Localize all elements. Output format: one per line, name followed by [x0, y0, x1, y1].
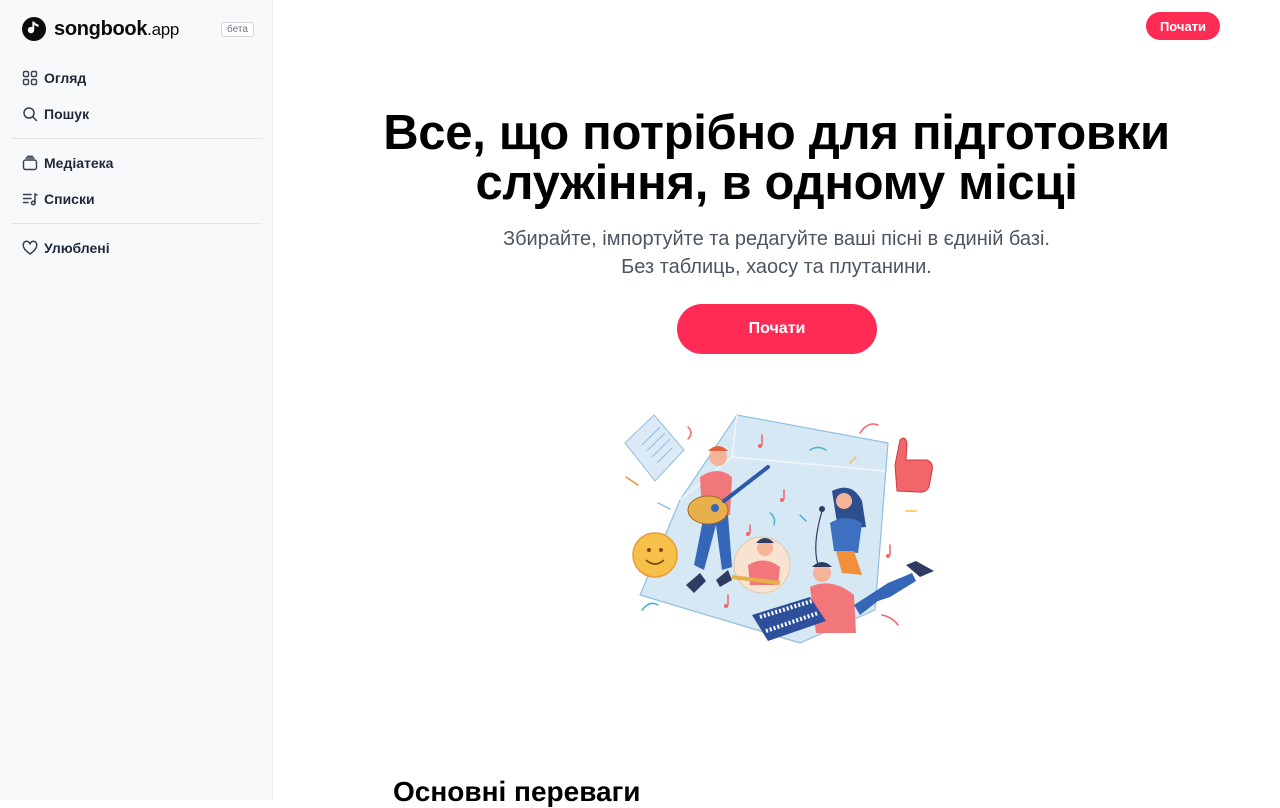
hero-subtitle: Збирайте, імпортуйте та редагуйте ваші п… [273, 225, 1280, 281]
sidebar-item-label: Пошук [44, 106, 90, 122]
brand-tld: .app [147, 19, 180, 39]
grid-icon [22, 70, 38, 86]
sidebar-nav: Огляд Пошук Медіатека Списки Улюблені [12, 60, 262, 266]
brand-name: songbook.app [54, 17, 180, 40]
header-start-button[interactable]: Почати [1146, 12, 1220, 40]
library-icon [22, 155, 38, 171]
sidebar-item-label: Медіатека [44, 155, 114, 171]
hero-start-button[interactable]: Почати [677, 304, 877, 354]
brand-logo-link[interactable]: songbook.app [22, 17, 179, 41]
thumbs-up-icon [894, 437, 933, 493]
features-section-title: Основні переваги [393, 776, 641, 807]
band-illustration [624, 414, 934, 644]
hero-subtitle-line: Без таблиць, хаосу та плутанини. [621, 256, 932, 278]
paper-sheet-icon [624, 414, 685, 482]
sidebar-item-favorites[interactable]: Улюблені [12, 230, 262, 266]
sidebar-item-label: Улюблені [44, 240, 110, 256]
sidebar-item-search[interactable]: Пошук [12, 96, 262, 132]
sidebar-item-lists[interactable]: Списки [12, 181, 262, 217]
hero-title: Все, що потрібно для підготовки служіння… [383, 106, 1170, 210]
beta-badge: бета [221, 22, 254, 37]
smiley-face-icon [632, 532, 678, 578]
nav-divider [12, 223, 262, 224]
hero-subtitle-line: Збирайте, імпортуйте та редагуйте ваші п… [503, 228, 1050, 250]
sidebar: songbook.app бета Огляд Пошук Медіатека … [0, 0, 273, 800]
sidebar-item-label: Огляд [44, 70, 87, 86]
playlist-icon [22, 191, 38, 207]
sidebar-item-library[interactable]: Медіатека [12, 145, 262, 181]
search-icon [22, 106, 38, 122]
sidebar-item-label: Списки [44, 191, 95, 207]
heart-icon [22, 240, 38, 256]
music-note-logo-icon [22, 17, 46, 41]
nav-divider [12, 138, 262, 139]
sidebar-item-overview[interactable]: Огляд [12, 60, 262, 96]
